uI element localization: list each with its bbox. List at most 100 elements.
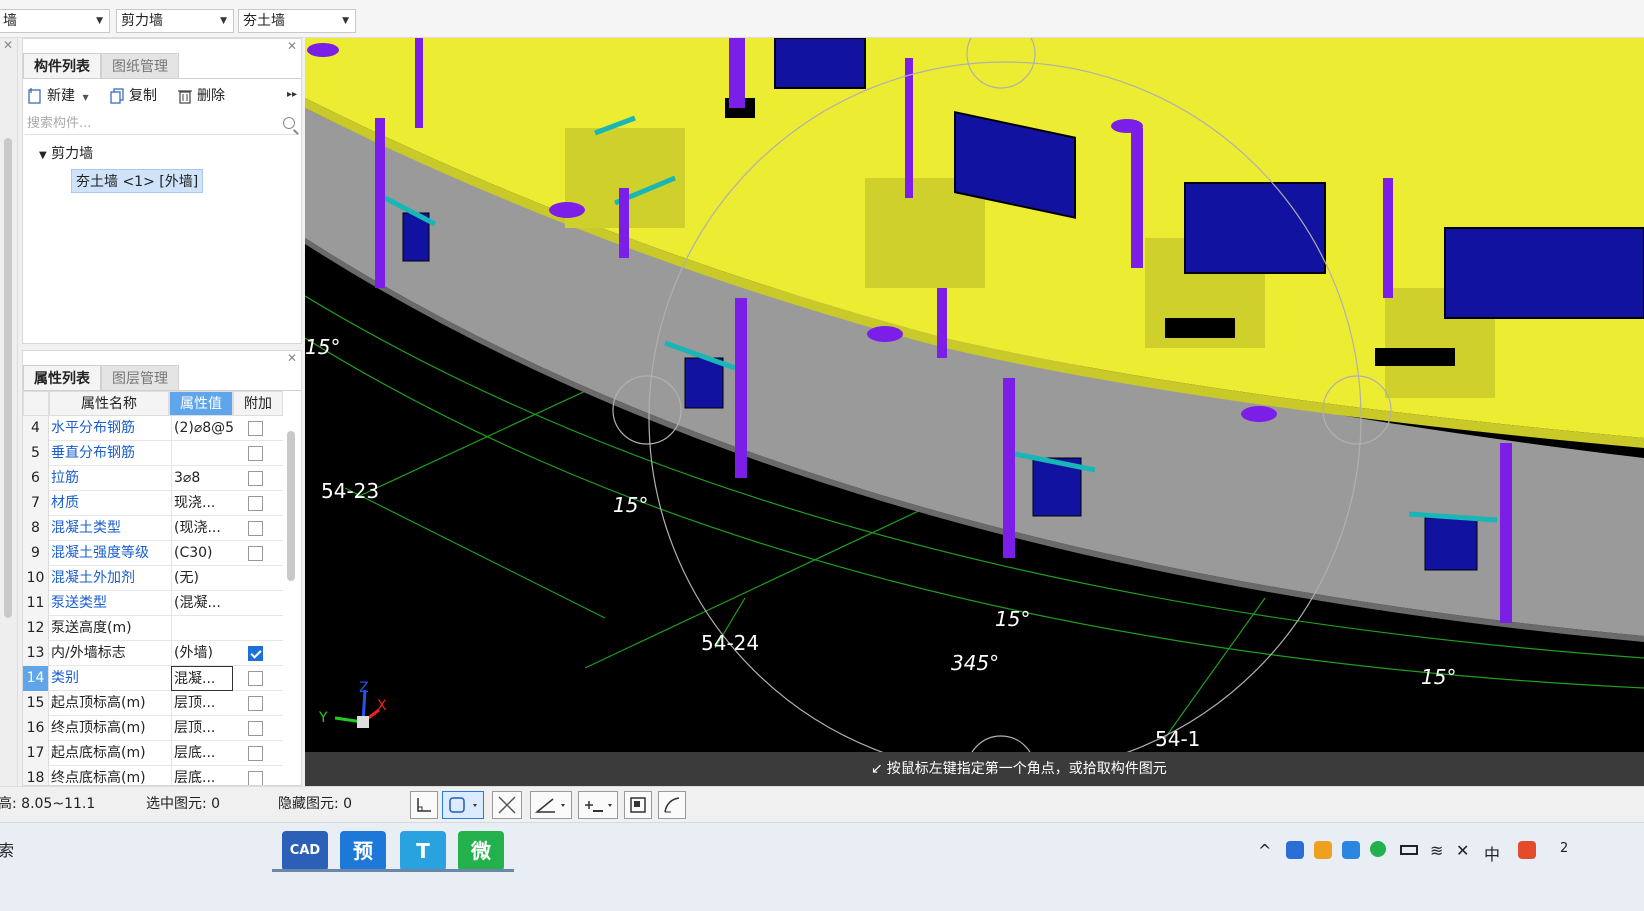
property-row[interactable]: 5 垂直分布钢筋 — [23, 441, 283, 466]
copy-button[interactable]: 复制 — [109, 85, 157, 107]
type-combo[interactable]: 剪力墙 ▼ — [116, 9, 234, 33]
column[interactable] — [415, 38, 423, 128]
scrollbar[interactable] — [4, 138, 12, 618]
new-button[interactable]: 新建 ▼ — [27, 85, 89, 107]
property-attach-checkbox[interactable] — [248, 546, 263, 561]
column[interactable] — [1383, 178, 1393, 298]
property-value[interactable]: 现浇... — [171, 491, 233, 516]
property-attach-checkbox[interactable] — [248, 471, 263, 486]
delete-button[interactable]: 删除 — [177, 85, 225, 107]
property-value[interactable]: (混凝... — [171, 591, 233, 616]
property-value[interactable] — [171, 616, 233, 641]
property-attach-checkbox[interactable] — [248, 746, 263, 761]
wifi-icon[interactable]: ≋ — [1430, 841, 1443, 860]
network-app-icon[interactable] — [1342, 841, 1360, 859]
property-row[interactable]: 17 起点底标高(m) 层底... — [23, 741, 283, 766]
property-value[interactable]: 层底... — [171, 766, 233, 785]
search-input[interactable]: 搜索构件... — [25, 113, 299, 135]
sync-app-icon[interactable] — [1314, 841, 1332, 859]
property-value[interactable]: (外墙) — [171, 641, 233, 666]
property-row[interactable]: 15 起点顶标高(m) 层顶... — [23, 691, 283, 716]
property-value[interactable]: 层顶... — [171, 716, 233, 741]
property-row[interactable]: 9 混凝土强度等级 (C30) — [23, 541, 283, 566]
tab-property-list[interactable]: 属性列表 — [23, 365, 101, 391]
column[interactable] — [375, 118, 385, 288]
property-attach-checkbox[interactable] — [248, 421, 263, 436]
property-row[interactable]: 10 混凝土外加剂 (无) — [23, 566, 283, 591]
property-value[interactable]: (2)⌀8@5 — [171, 416, 233, 441]
wechat-tray-icon[interactable] — [1370, 841, 1386, 857]
tab-layer-management[interactable]: 图层管理 — [101, 365, 179, 391]
property-row[interactable]: 7 材质 现浇... — [23, 491, 283, 516]
category-combo[interactable]: 墙 ▼ — [0, 9, 110, 33]
property-row[interactable]: 13 内/外墙标志 (外墙) — [23, 641, 283, 666]
chevron-up-icon[interactable]: ^ — [1258, 841, 1271, 860]
taskbar-app-icon[interactable]: 微 — [458, 831, 504, 871]
column[interactable] — [619, 188, 629, 258]
battery-icon[interactable] — [1400, 845, 1418, 855]
property-attach-checkbox[interactable] — [248, 446, 263, 461]
offset-button[interactable] — [578, 791, 618, 819]
property-attach-checkbox[interactable] — [248, 521, 263, 536]
property-attach-checkbox[interactable] — [248, 496, 263, 511]
3d-viewport[interactable]: 15° 15° 15° 345° 15° 54-23 54-24 54-1 Y … — [305, 38, 1644, 786]
column[interactable] — [1131, 128, 1143, 268]
property-row[interactable]: 6 拉筋 3⌀8 — [23, 466, 283, 491]
property-value[interactable]: 层底... — [171, 741, 233, 766]
component-combo[interactable]: 夯土墙 ▼ — [238, 9, 356, 33]
close-icon[interactable]: ✕ — [287, 39, 297, 53]
chevron-down-icon[interactable]: ▼ — [39, 150, 47, 161]
property-row[interactable]: 4 水平分布钢筋 (2)⌀8@5 — [23, 416, 283, 441]
tree-item-selected[interactable]: 夯土墙 <1> [外墙] — [71, 169, 204, 193]
property-row[interactable]: 16 终点顶标高(m) 层顶... — [23, 716, 283, 741]
tree-node-shear-wall[interactable]: ▼ 剪力墙 — [39, 143, 93, 163]
column[interactable] — [1500, 443, 1512, 623]
orthogonal-button[interactable] — [410, 791, 438, 819]
close-icon[interactable]: ✕ — [287, 351, 297, 365]
property-attach-checkbox[interactable] — [248, 696, 263, 711]
snap-button[interactable] — [442, 791, 484, 819]
property-value[interactable]: 3⌀8 — [171, 466, 233, 491]
taskbar-app-icon[interactable]: CAD — [282, 831, 328, 871]
column[interactable] — [937, 288, 947, 358]
property-row[interactable]: 8 混凝土类型 (现浇... — [23, 516, 283, 541]
property-value[interactable]: 混凝... — [171, 666, 233, 691]
property-attach-checkbox[interactable] — [248, 671, 263, 686]
cross-button[interactable] — [492, 791, 522, 819]
chevron-down-icon[interactable]: ▼ — [82, 93, 88, 102]
property-attach-checkbox[interactable] — [248, 721, 263, 736]
property-value[interactable]: (无) — [171, 566, 233, 591]
property-value[interactable]: (现浇... — [171, 516, 233, 541]
tab-drawing-management[interactable]: 图纸管理 — [101, 53, 179, 79]
arc-button[interactable] — [658, 791, 686, 819]
property-row[interactable]: 14 类别 混凝... — [23, 666, 283, 691]
sogou-ime-icon[interactable] — [1518, 841, 1536, 859]
search-box[interactable]: 索 — [0, 837, 14, 861]
column[interactable] — [729, 38, 745, 108]
property-row[interactable]: 18 终点底标高(m) 层底... — [23, 766, 283, 785]
close-icon[interactable]: ✕ — [3, 38, 13, 52]
axis-label: 54-23 — [321, 479, 379, 503]
3d-model-canvas[interactable]: 15° 15° 15° 345° 15° 54-23 54-24 54-1 Y … — [305, 38, 1644, 786]
search-icon[interactable] — [283, 117, 295, 129]
column[interactable] — [1003, 378, 1015, 558]
property-value[interactable]: 层顶... — [171, 691, 233, 716]
mute-speaker-icon[interactable]: ✕ — [1456, 841, 1469, 860]
property-value[interactable]: (C30) — [171, 541, 233, 566]
column[interactable] — [735, 298, 747, 478]
display-button[interactable] — [624, 791, 652, 819]
tab-component-list[interactable]: 构件列表 — [23, 53, 101, 79]
property-attach-checkbox[interactable] — [248, 646, 263, 661]
more-icon[interactable]: ▸▸ — [287, 89, 297, 100]
ime-indicator[interactable]: 中 — [1484, 841, 1500, 865]
taskbar-app-icon[interactable]: T — [400, 831, 446, 871]
column[interactable] — [905, 58, 913, 198]
property-attach-checkbox[interactable] — [248, 771, 263, 785]
scrollbar[interactable] — [287, 431, 295, 581]
cloud-app-icon[interactable] — [1286, 841, 1304, 859]
taskbar-app-icon[interactable]: 预 — [340, 831, 386, 871]
property-value[interactable] — [171, 441, 233, 466]
angle-button[interactable] — [530, 791, 572, 819]
property-row[interactable]: 11 泵送类型 (混凝... — [23, 591, 283, 616]
property-row[interactable]: 12 泵送高度(m) — [23, 616, 283, 641]
